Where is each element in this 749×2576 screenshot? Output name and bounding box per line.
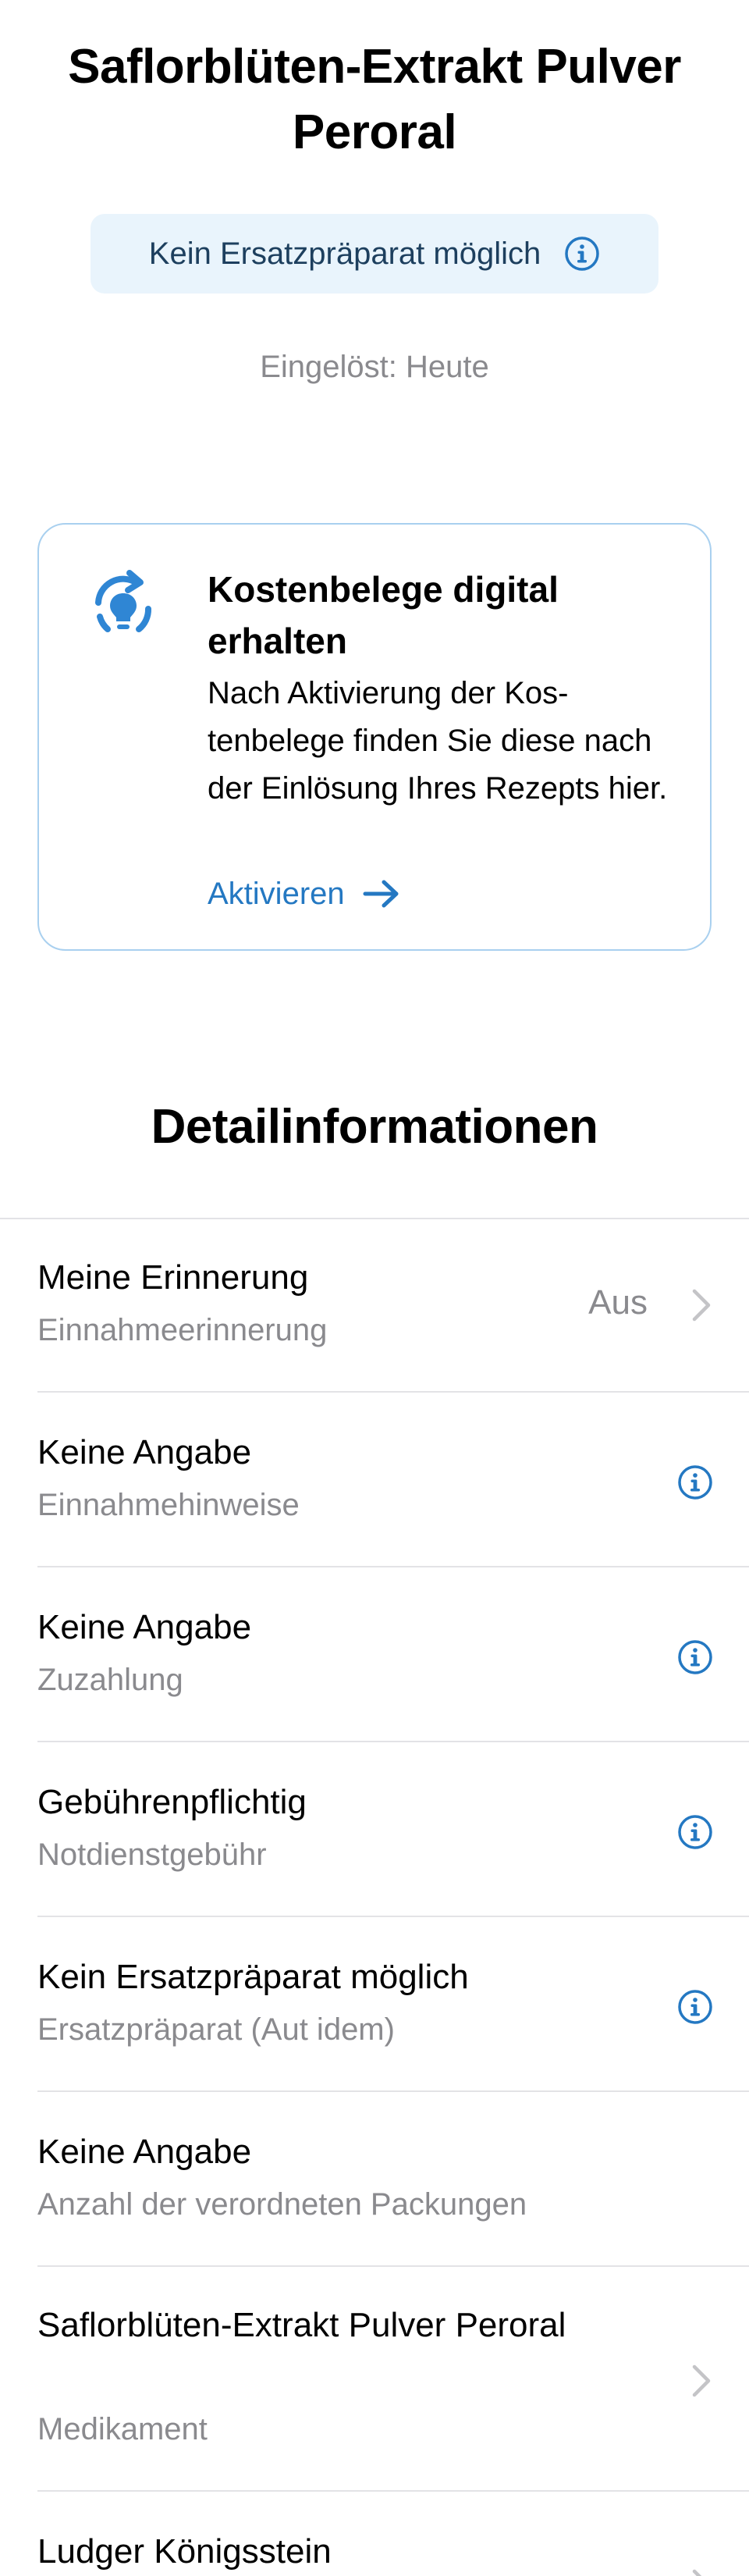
chevron-right-icon: [691, 2568, 712, 2576]
info-icon[interactable]: [564, 236, 600, 272]
row-value: Kein Ersatzpräparat möglich: [37, 1958, 469, 1996]
row-value: Saflorblüten-Extrakt Pulver Peroral: [37, 2306, 566, 2344]
substitution-badge-label: Kein Ersatzpräparat möglich: [148, 236, 541, 271]
detail-row-intake-notes: Keine Angabe Einnahmehinweise: [0, 1394, 749, 1567]
row-value: Gebührenpflichtig: [37, 1783, 307, 1821]
section-title: Detailinformationen: [151, 1100, 598, 1154]
activate-receipts-link[interactable]: Aktivieren: [208, 866, 401, 921]
reminder-status: Aus: [588, 1283, 648, 1322]
row-value: Keine Angabe: [37, 1608, 252, 1646]
row-value: Meine Erinnerung: [37, 1258, 309, 1297]
row-label: Einnahmehinweise: [37, 1488, 300, 1522]
activate-label: Aktivieren: [208, 876, 345, 911]
chevron-right-icon: [691, 1288, 712, 1322]
divider: [37, 2090, 749, 2092]
lightbulb-refresh-icon: [84, 567, 162, 645]
detail-row-package-count: Keine Angabe Anzahl der verordneten Pack…: [0, 2094, 749, 2267]
row-label: Ersatzpräparat (Aut idem): [37, 2012, 395, 2047]
detail-row-emergency-fee: Gebührenpflichtig Notdienstgebühr: [0, 1744, 749, 1917]
divider: [37, 1391, 749, 1393]
row-label: Notdienstgebühr: [37, 1838, 267, 1872]
info-icon[interactable]: [677, 1989, 713, 2025]
detail-row-medication[interactable]: Saflorblüten-Extrakt Pulver Peroral Medi…: [0, 2268, 749, 2492]
detail-row-prescriber[interactable]: Ludger Königsstein: [0, 2493, 749, 2576]
divider: [37, 1741, 749, 1742]
info-icon[interactable]: [677, 1639, 713, 1675]
divider: [37, 1916, 749, 1917]
prescription-detail-screen: Saflorblüten-Extrakt Pulver Peroral Kein…: [0, 0, 749, 2576]
row-value: Ludger Königsstein: [37, 2532, 332, 2571]
row-label: Zuzahlung: [37, 1663, 183, 1697]
row-value: Keine Angabe: [37, 1433, 252, 1471]
substitution-badge[interactable]: Kein Ersatzpräparat möglich: [91, 214, 658, 294]
row-label: Anzahl der verordneten Packungen: [37, 2187, 527, 2222]
redeemed-status: Eingelöst: Heute: [260, 350, 489, 384]
row-label: Einnahmeerinnerung: [37, 1313, 328, 1347]
info-icon[interactable]: [677, 1814, 713, 1850]
arrow-right-icon: [362, 878, 401, 909]
divider: [37, 2490, 749, 2492]
row-label: Medikament: [37, 2412, 208, 2446]
receipt-card-title: Kostenbelege digital erhalten: [208, 569, 559, 661]
detail-row-reminder[interactable]: Meine Erinnerung Einnahmeerinnerung Aus: [0, 1219, 749, 1393]
row-value: Keine Angabe: [37, 2133, 252, 2171]
info-icon[interactable]: [677, 1464, 713, 1500]
detail-row-copayment: Keine Angabe Zuzahlung: [0, 1569, 749, 1742]
digital-receipts-card: Kostenbelege digital erhalten Nach Aktiv…: [37, 523, 712, 951]
chevron-right-icon: [691, 2364, 712, 2398]
detail-row-aut-idem: Kein Ersatzpräparat möglich Ersatzpräpar…: [0, 1919, 749, 2092]
divider: [37, 1566, 749, 1567]
receipt-card-description: Nach Aktivierung der Kos­tenbelege finde…: [208, 676, 668, 806]
divider: [37, 2265, 749, 2267]
page-title: Saflorblüten-Extrakt Pulver Peroral: [68, 40, 681, 159]
